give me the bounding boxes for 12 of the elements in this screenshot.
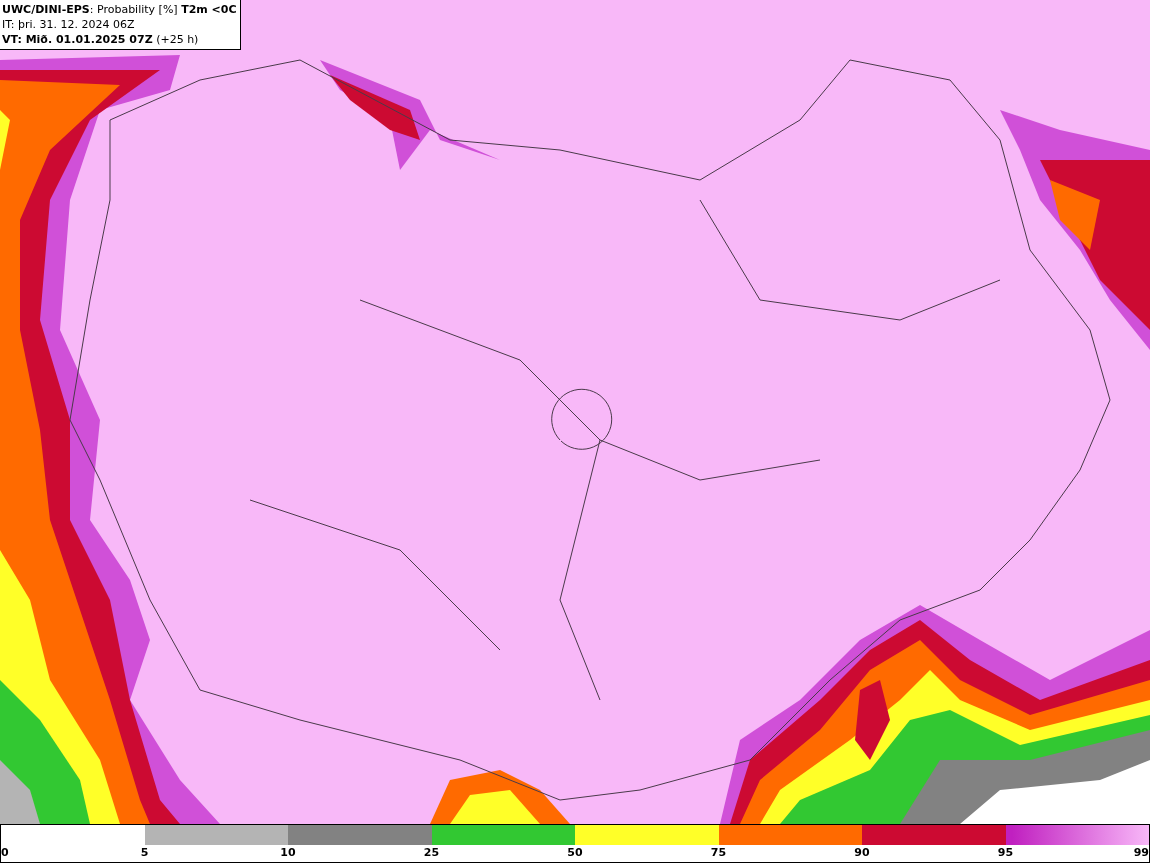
legend-label: 75 — [710, 846, 727, 860]
valid-time: VT: Mið. 01.01.2025 07Z (+25 h) — [2, 32, 200, 47]
legend-label: 10 — [280, 846, 296, 860]
issue-time: IT: þri. 31. 12. 2024 06Z — [2, 17, 136, 32]
legend-label: 50 — [567, 846, 583, 860]
legend-label: 90 — [854, 846, 870, 860]
legend-label: 0 — [1, 846, 9, 860]
legend-label: 95 — [997, 846, 1014, 860]
legend-label: 99 — [1133, 846, 1149, 860]
map-title: UWC/DINI-EPS: Probability [%] T2m <0C — [2, 2, 237, 17]
legend-label: 25 — [423, 846, 440, 860]
legend-label: 5 — [140, 846, 149, 860]
